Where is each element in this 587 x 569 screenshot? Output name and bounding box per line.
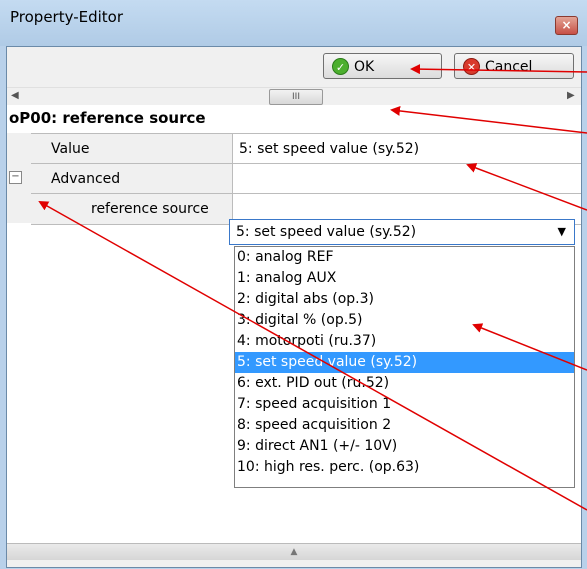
- annotation-arrow: [466, 163, 587, 211]
- annotation-arrow: [472, 323, 587, 371]
- annotation-arrow: [38, 201, 587, 511]
- annotation-arrows: [38, 64, 587, 511]
- annotation-arrow: [410, 64, 587, 75]
- annotation-arrow: [390, 105, 587, 134]
